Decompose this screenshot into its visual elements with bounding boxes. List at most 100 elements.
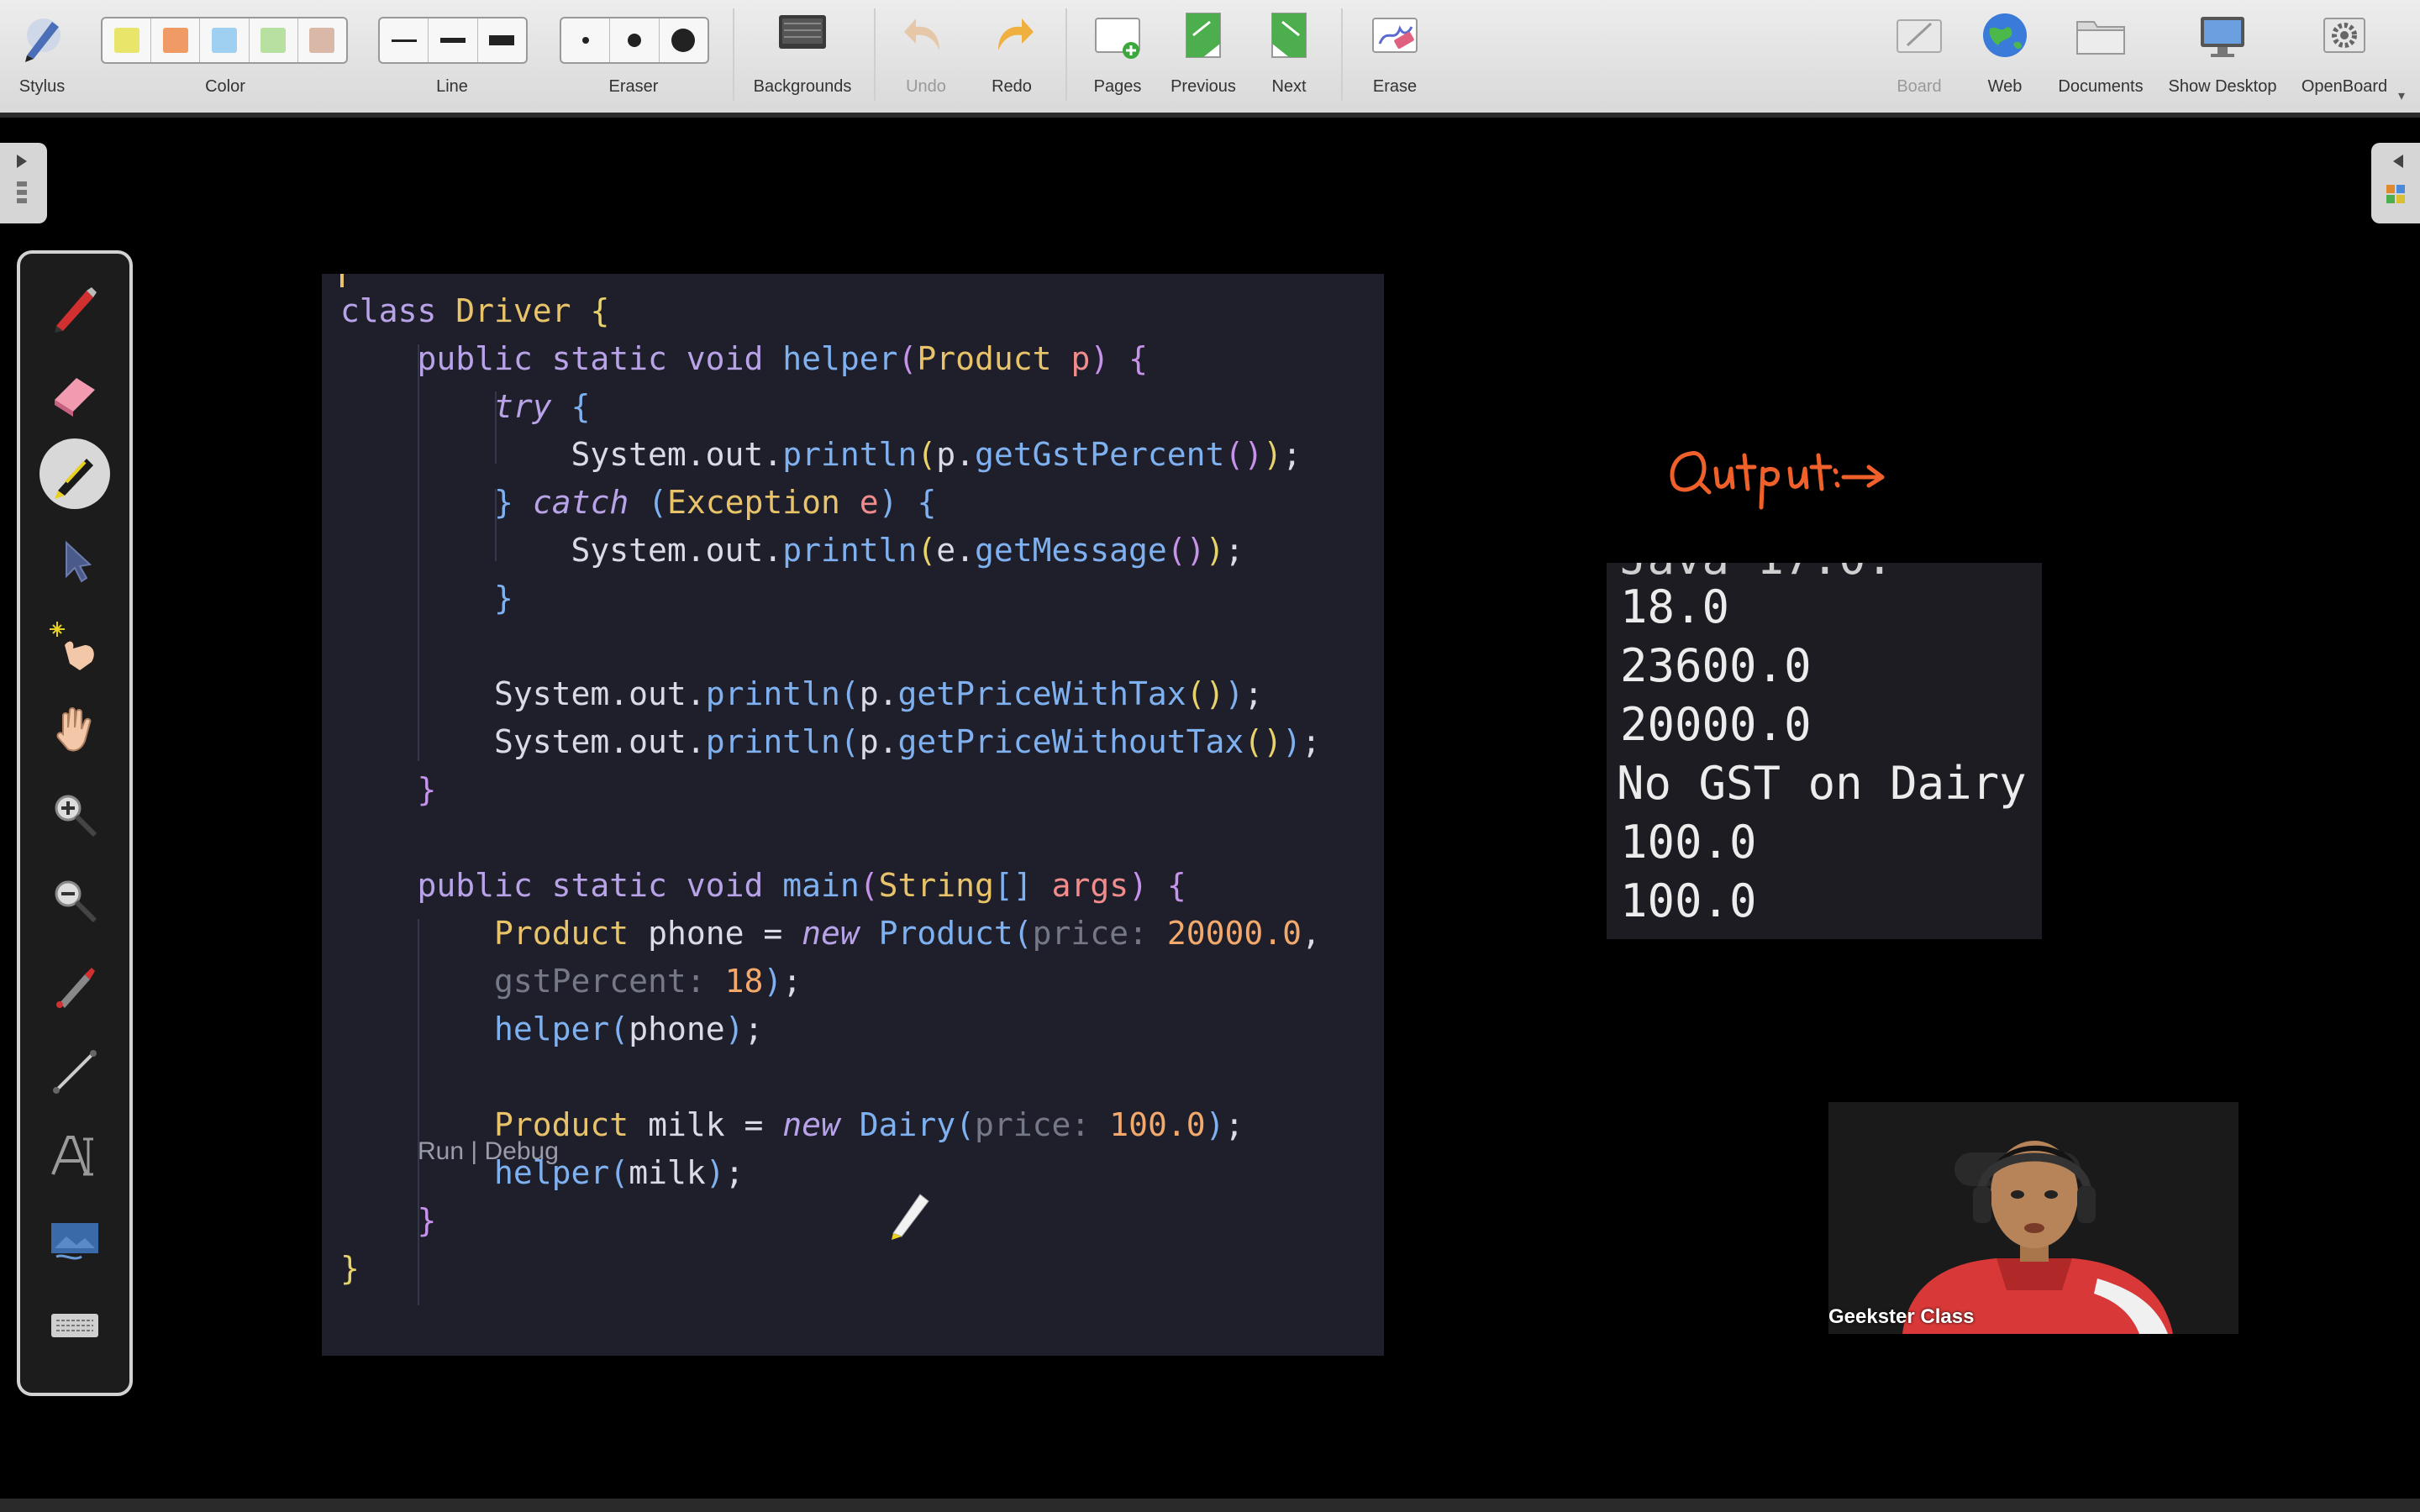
- capture-icon: [56, 968, 95, 1008]
- color-group: Color: [99, 0, 351, 113]
- laser-pointer-tool[interactable]: [33, 610, 117, 684]
- pages-button[interactable]: Pages: [1076, 0, 1160, 113]
- previous-page-icon: [1186, 13, 1221, 58]
- eraser-large-icon: [671, 29, 696, 52]
- erase-board-icon: [1372, 18, 1418, 53]
- eraser-medium-option[interactable]: [610, 18, 660, 62]
- show-desktop-button[interactable]: Show Desktop: [2160, 0, 2286, 113]
- left-drawer-handle[interactable]: [0, 143, 47, 223]
- code-line: System.out.println(p.getGstPercent());: [340, 436, 1302, 473]
- stylus-button[interactable]: Stylus: [0, 0, 84, 113]
- eraser-medium-icon: [627, 34, 641, 47]
- bottom-edge-bar: [0, 1499, 2420, 1512]
- swatch-tan: [309, 28, 335, 53]
- code-line: }: [417, 771, 437, 808]
- webcam-video: Geekster Class: [1828, 1102, 2238, 1334]
- toolbar-separator: [1065, 8, 1067, 101]
- code-line: }: [494, 580, 513, 617]
- stylus-palette: [17, 250, 133, 1396]
- swatch-green: [260, 28, 287, 53]
- board-button[interactable]: Board: [1877, 0, 1961, 113]
- text-icon: [51, 1136, 93, 1176]
- eraser-icon: [55, 378, 95, 417]
- folder-icon: [2076, 21, 2125, 55]
- pen-tool[interactable]: [33, 270, 117, 344]
- marker-tool[interactable]: [33, 437, 117, 511]
- backgrounds-button[interactable]: Backgrounds: [739, 0, 865, 113]
- capture-tool[interactable]: [33, 949, 117, 1023]
- pages-label: Pages: [1093, 77, 1142, 96]
- zoom-in-tool[interactable]: [33, 778, 117, 852]
- undo-button[interactable]: Undo: [884, 0, 968, 113]
- code-editor-screenshot: class Driver { public static void helper…: [322, 274, 1384, 1356]
- selector-tool[interactable]: [33, 524, 117, 598]
- redo-button[interactable]: Redo: [970, 0, 1054, 113]
- marker-cursor-icon: [892, 1194, 929, 1240]
- documents-label: Documents: [2058, 77, 2144, 96]
- documents-button[interactable]: Documents: [2050, 0, 2151, 113]
- stylus-label: Stylus: [18, 77, 66, 96]
- color-swatch-blue[interactable]: [200, 18, 250, 62]
- output-line: No GST on Dairy: [1617, 757, 2027, 810]
- line-tool[interactable]: [33, 1033, 117, 1107]
- line-width-options: [378, 17, 528, 64]
- color-swatch-yellow[interactable]: [103, 18, 152, 62]
- code-line: helper(milk);: [494, 1154, 744, 1191]
- marker-icon: [55, 459, 93, 499]
- swatch-orange: [162, 28, 188, 53]
- openboard-label: OpenBoard: [2301, 77, 2388, 96]
- show-desktop-label: Show Desktop: [2168, 77, 2277, 96]
- redo-icon: [998, 18, 1034, 50]
- backgrounds-label: Backgrounds: [753, 77, 852, 96]
- stylus-icon: [25, 18, 60, 62]
- line-thin-option[interactable]: [380, 18, 429, 62]
- eraser-small-option[interactable]: [561, 18, 611, 62]
- console-output-panel: Java 17.0. 18.0 23600.0 20000.0 No GST o…: [1607, 563, 2042, 939]
- webcam-name-label: Geekster Class: [1828, 1305, 1975, 1328]
- web-label: Web: [1987, 77, 2023, 96]
- color-swatch-orange[interactable]: [151, 18, 201, 62]
- eraser-large-option[interactable]: [660, 18, 708, 62]
- hand-tool[interactable]: [33, 692, 117, 766]
- right-drawer-handle[interactable]: [2371, 143, 2420, 223]
- top-toolbar: Stylus Color Line Eraser Backgrounds Und…: [0, 0, 2420, 118]
- previous-page-button[interactable]: Previous: [1161, 0, 1245, 113]
- color-swatch-tan[interactable]: [298, 18, 346, 62]
- image-capture-tool[interactable]: [33, 1205, 117, 1278]
- code-line: }: [340, 1250, 360, 1287]
- erase-button[interactable]: Erase: [1353, 0, 1437, 113]
- toolbar-separator: [1341, 8, 1343, 101]
- code-line: gstPercent: 18);: [494, 963, 802, 1000]
- line-thick-option[interactable]: [478, 18, 526, 62]
- swatch-blue: [212, 28, 237, 53]
- line-thick-icon: [489, 35, 515, 45]
- web-button[interactable]: Web: [1963, 0, 2047, 113]
- line-medium-option[interactable]: [429, 18, 478, 62]
- laser-pointer-icon: [50, 622, 94, 670]
- text-tool[interactable]: [33, 1119, 117, 1193]
- output-line: 20000.0: [1620, 698, 1812, 751]
- text-cursor: [340, 274, 344, 287]
- output-line: 23600.0: [1620, 639, 1812, 692]
- eraser-tool[interactable]: [33, 354, 117, 428]
- zoom-out-tool[interactable]: [33, 864, 117, 937]
- virtual-keyboard-tool[interactable]: [33, 1289, 117, 1362]
- zoom-in-icon: [55, 795, 97, 837]
- color-swatch-green[interactable]: [250, 18, 298, 62]
- line-group: Line: [376, 0, 528, 113]
- color-swatches: [101, 17, 348, 64]
- next-page-button[interactable]: Next: [1247, 0, 1331, 113]
- openboard-menu-button[interactable]: OpenBoard: [2294, 0, 2395, 113]
- code-line: public static void main(String[] args) {: [417, 867, 1186, 904]
- eraser-small-icon: [581, 37, 589, 44]
- expand-left-icon: [2386, 155, 2405, 203]
- next-page-icon: [1271, 13, 1307, 58]
- handwritten-output-annotation: [1670, 450, 1885, 510]
- presenter-avatar: [1828, 1102, 2238, 1334]
- selector-icon: [66, 540, 92, 583]
- image-capture-icon: [51, 1223, 98, 1260]
- eraser-label: Eraser: [608, 77, 659, 96]
- undo-icon: [904, 18, 939, 50]
- undo-label: Undo: [906, 77, 946, 96]
- toolbar-overflow-chevron-icon[interactable]: ▾: [2398, 87, 2405, 104]
